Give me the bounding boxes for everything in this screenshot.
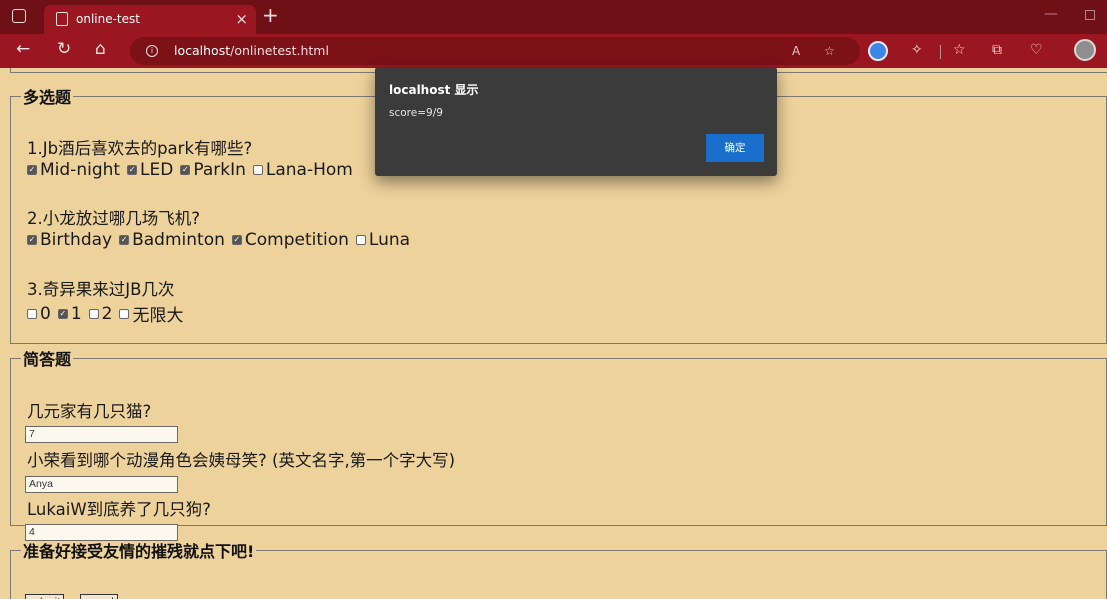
option-birthday[interactable]: ✓ Birthday	[27, 230, 112, 250]
info-icon[interactable]: i	[146, 45, 158, 57]
submit-section: 准备好接受友情的摧残就点下吧! submit record	[10, 538, 1107, 599]
option-label: 无限大	[132, 306, 184, 326]
new-tab-button[interactable]: +	[262, 3, 279, 27]
url-path: /onlinetest.html	[230, 43, 329, 58]
option-label: Birthday	[40, 230, 113, 250]
checkbox-checked[interactable]: ✓	[27, 235, 37, 245]
read-aloud-icon[interactable]: A	[792, 44, 800, 58]
question-2-options: ✓ Birthday ✓ Badminton ✓ Competition Luna	[27, 230, 417, 250]
url-host: localhost	[174, 43, 231, 58]
option-luna[interactable]: Luna	[355, 230, 411, 250]
avatar[interactable]	[1074, 39, 1096, 61]
url-text: localhost/onlinetest.html	[174, 43, 329, 58]
checkbox-checked[interactable]: ✓	[57, 308, 68, 319]
option-midnight[interactable]: ✓ Mid-night	[27, 160, 120, 180]
back-icon[interactable]: ←	[16, 39, 30, 59]
copilot-icon[interactable]	[868, 41, 888, 61]
option-label: 2	[101, 303, 113, 324]
checkbox-unchecked[interactable]	[88, 308, 99, 319]
short-question-2-text: 小荣看到哪个动漫角色会姨母笑? (英文名字,第一个字大写)	[27, 451, 456, 470]
dialog-message: score=9/9	[389, 107, 443, 119]
option-competition[interactable]: ✓ Competition	[231, 230, 349, 250]
favorite-icon[interactable]: ☆	[824, 44, 835, 58]
collections-icon[interactable]: ⧉	[992, 42, 1002, 58]
browser-toolbar: ← ↻ ⌂ i localhost/onlinetest.html A ☆ ✧ …	[0, 34, 1107, 68]
option-label: Lana-Hom	[265, 160, 353, 180]
section-title-multi: 多选题	[23, 88, 72, 107]
minimize-icon[interactable]: —	[1044, 6, 1058, 22]
record-button[interactable]: record	[80, 594, 118, 599]
checkbox-unchecked[interactable]	[355, 235, 366, 245]
browser-tab[interactable]: online-test ×	[44, 5, 256, 34]
tab-close-icon[interactable]: ×	[235, 10, 248, 28]
option-lana-hom[interactable]: Lana-Hom	[252, 160, 353, 180]
checkbox-unchecked[interactable]	[252, 165, 263, 175]
browser-essentials-icon[interactable]: ♡	[1030, 42, 1043, 58]
question-2-text: 2.小龙放过哪几场飞机?	[27, 209, 201, 228]
refresh-icon[interactable]: ↻	[57, 39, 71, 59]
option-label: Competition	[244, 230, 349, 250]
option-2[interactable]: 2	[88, 303, 113, 324]
question-3-text: 3.奇异果来过JB几次	[27, 280, 175, 299]
option-label: ParkIn	[193, 160, 246, 180]
page-icon	[56, 12, 68, 26]
option-label: LED	[140, 160, 174, 180]
checkbox-checked[interactable]: ✓	[27, 165, 37, 175]
section-title-submit: 准备好接受友情的摧残就点下吧!	[23, 542, 255, 561]
checkbox-unchecked[interactable]	[27, 308, 37, 319]
option-label: Luna	[368, 230, 411, 250]
option-led[interactable]: ✓ LED	[127, 160, 173, 180]
question-1-options: ✓ Mid-night ✓ LED ✓ ParkIn Lana-Hom	[27, 160, 360, 180]
tab-bar: online-test × + —	[0, 0, 1107, 34]
checkbox-checked[interactable]: ✓	[127, 165, 138, 175]
checkbox-checked[interactable]: ✓	[180, 165, 191, 175]
option-label: 0	[40, 303, 51, 324]
toolbar-separator	[940, 45, 941, 59]
anime-character-input[interactable]: Anya	[25, 476, 178, 493]
tab-title: online-test	[76, 12, 140, 26]
tab-actions-icon[interactable]	[12, 9, 26, 23]
option-label: Badminton	[132, 230, 225, 250]
address-bar[interactable]: i localhost/onlinetest.html A ☆	[130, 37, 860, 65]
question-3-options: 0 ✓ 1 2 无限大	[27, 301, 190, 326]
option-parkin[interactable]: ✓ ParkIn	[180, 160, 246, 180]
option-1[interactable]: ✓ 1	[57, 303, 82, 324]
option-badminton[interactable]: ✓ Badminton	[119, 230, 225, 250]
short-question-3-text: LukaiW到底养了几只狗?	[27, 500, 211, 519]
section-title-short: 简答题	[23, 350, 72, 369]
question-1-text: 1.Jb酒后喜欢去的park有哪些?	[27, 139, 253, 158]
checkbox-checked[interactable]: ✓	[119, 235, 130, 245]
option-label: Mid-night	[40, 160, 121, 180]
option-infinite[interactable]: 无限大	[119, 301, 183, 326]
home-icon[interactable]: ⌂	[95, 39, 106, 59]
alert-dialog: localhost 显示 score=9/9 确定	[375, 67, 777, 176]
favorites-bar-icon[interactable]: ☆	[953, 42, 966, 58]
submit-button[interactable]: submit	[25, 594, 64, 599]
checkbox-unchecked[interactable]	[119, 308, 130, 319]
short-answer-section: 简答题 几元家有几只猫? 7 小荣看到哪个动漫角色会姨母笑? (英文名字,第一个…	[10, 346, 1107, 541]
extensions-icon[interactable]: ✧	[911, 42, 923, 58]
ok-button[interactable]: 确定	[706, 134, 764, 162]
option-0[interactable]: 0	[27, 304, 51, 324]
short-question-1-text: 几元家有几只猫?	[27, 402, 152, 421]
dialog-title: localhost 显示	[389, 83, 479, 97]
cat-count-input[interactable]: 7	[25, 426, 178, 443]
checkbox-checked[interactable]: ✓	[231, 235, 242, 245]
option-label: 1	[70, 303, 82, 324]
maximize-icon[interactable]	[1085, 10, 1095, 20]
